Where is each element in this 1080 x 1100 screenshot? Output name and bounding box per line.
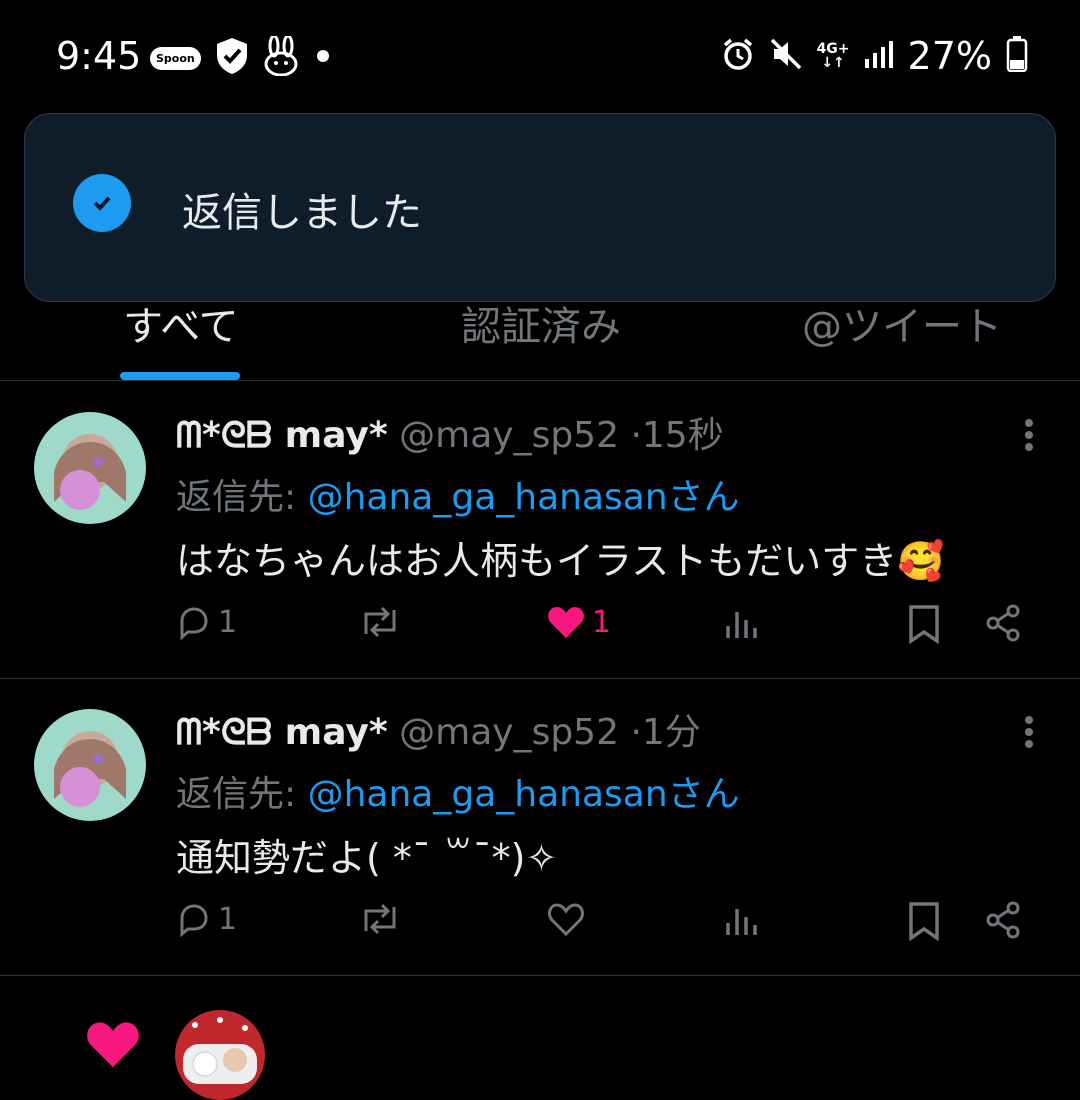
dot-icon (313, 46, 333, 70)
tab-mentions[interactable]: @ツイート (802, 294, 1002, 352)
avatar[interactable] (34, 709, 146, 821)
liker-avatar[interactable] (175, 1010, 265, 1100)
heart-outline-icon (548, 903, 584, 937)
user-handle[interactable]: @may_sp52 (399, 712, 619, 753)
display-name[interactable]: ᗰ*ᘓᗷ may* (176, 712, 388, 753)
check-circle-icon (73, 174, 131, 232)
clock: 9:45 (56, 34, 142, 78)
avatar[interactable] (34, 412, 146, 524)
reply-to-mention[interactable]: @hana_ga_hanasanさん (308, 477, 740, 518)
share-button[interactable] (984, 901, 1022, 939)
bookmark-button[interactable] (908, 604, 940, 644)
reply-to-line: 返信先: @hana_ga_hanasanさん (176, 765, 740, 817)
tweet-actions: 1 1 (176, 604, 1036, 654)
status-bar: 9:45 Spoon 4G+ ↓↑ 27% (0, 0, 1080, 110)
alarm-icon (721, 37, 755, 75)
bookmark-icon (909, 902, 939, 941)
divider (0, 975, 1080, 976)
views-button[interactable] (724, 901, 760, 937)
shield-check-icon (215, 37, 249, 79)
bookmark-button[interactable] (908, 901, 940, 941)
system-icons: 4G+ ↓↑ 27% (721, 34, 1028, 78)
reply-button[interactable]: 1 (176, 604, 237, 640)
reply-icon (180, 904, 208, 937)
share-icon (986, 604, 1020, 642)
divider (0, 380, 1080, 381)
tweet-header: ᗰ*ᘓᗷ may* @may_sp52 ·15秒 (176, 406, 724, 458)
views-icon (726, 612, 757, 638)
retweet-icon (364, 903, 396, 935)
separator: · (630, 712, 642, 753)
reply-to-line: 返信先: @hana_ga_hanasanさん (176, 468, 740, 520)
mute-icon (769, 37, 803, 75)
battery-icon (1006, 36, 1028, 76)
tweet-text: 通知勢だよ( *¯ ꒳¯*)✧ (176, 836, 558, 880)
display-name[interactable]: ᗰ*ᘓᗷ may* (176, 415, 388, 456)
views-button[interactable] (724, 604, 760, 640)
tweet-time: 1分 (641, 712, 701, 753)
like-button[interactable] (546, 901, 592, 937)
active-tab-indicator (120, 372, 240, 380)
more-options-icon[interactable] (1024, 418, 1034, 460)
notification-icons: Spoon (150, 34, 333, 80)
reply-to-mention[interactable]: @hana_ga_hanasanさん (308, 774, 740, 815)
reply-count: 1 (218, 604, 238, 640)
views-icon (726, 909, 757, 935)
like-notification-heart-icon (84, 1018, 142, 1074)
rabbit-icon (263, 34, 299, 80)
retweet-button[interactable] (358, 901, 408, 937)
tweet-item[interactable]: ᗰ*ᘓᗷ may* @may_sp52 ·1分 返信先: @hana_ga_ha… (0, 679, 1080, 975)
user-handle[interactable]: @may_sp52 (399, 415, 619, 456)
spoon-badge-icon: Spoon (150, 46, 201, 70)
network-icon: 4G+ ↓↑ (816, 41, 850, 71)
tweet-time: 15秒 (641, 415, 724, 456)
more-options-icon[interactable] (1024, 715, 1034, 757)
share-icon (986, 901, 1020, 939)
heart-filled-icon (548, 607, 584, 638)
separator: · (630, 415, 642, 456)
tweet-text: はなちゃんはお人柄もイラストもだいすき🥰 (176, 539, 945, 583)
tab-verified[interactable]: 認証済み (461, 294, 621, 352)
tweet-header: ᗰ*ᘓᗷ may* @may_sp52 ·1分 (176, 703, 701, 755)
battery-percent: 27% (907, 34, 992, 78)
tweet-actions: 1 (176, 901, 1036, 951)
reply-icon (180, 607, 208, 640)
retweet-button[interactable] (358, 604, 408, 640)
toast-message: 返信しました (182, 190, 422, 236)
reply-count: 1 (218, 901, 238, 937)
share-button[interactable] (984, 604, 1022, 642)
reply-to-label: 返信先: (176, 477, 297, 518)
bookmark-icon (909, 605, 939, 644)
signal-icon (864, 39, 894, 73)
reply-to-label: 返信先: (176, 774, 297, 815)
tab-all[interactable]: すべて (123, 294, 239, 352)
reply-button[interactable]: 1 (176, 901, 237, 937)
like-button[interactable]: 1 (546, 604, 611, 640)
tweet-item[interactable]: ᗰ*ᘓᗷ may* @may_sp52 ·15秒 返信先: @hana_ga_h… (0, 382, 1080, 678)
reply-sent-toast[interactable]: 返信しました (24, 113, 1056, 302)
retweet-icon (364, 606, 396, 638)
like-count: 1 (592, 604, 612, 640)
